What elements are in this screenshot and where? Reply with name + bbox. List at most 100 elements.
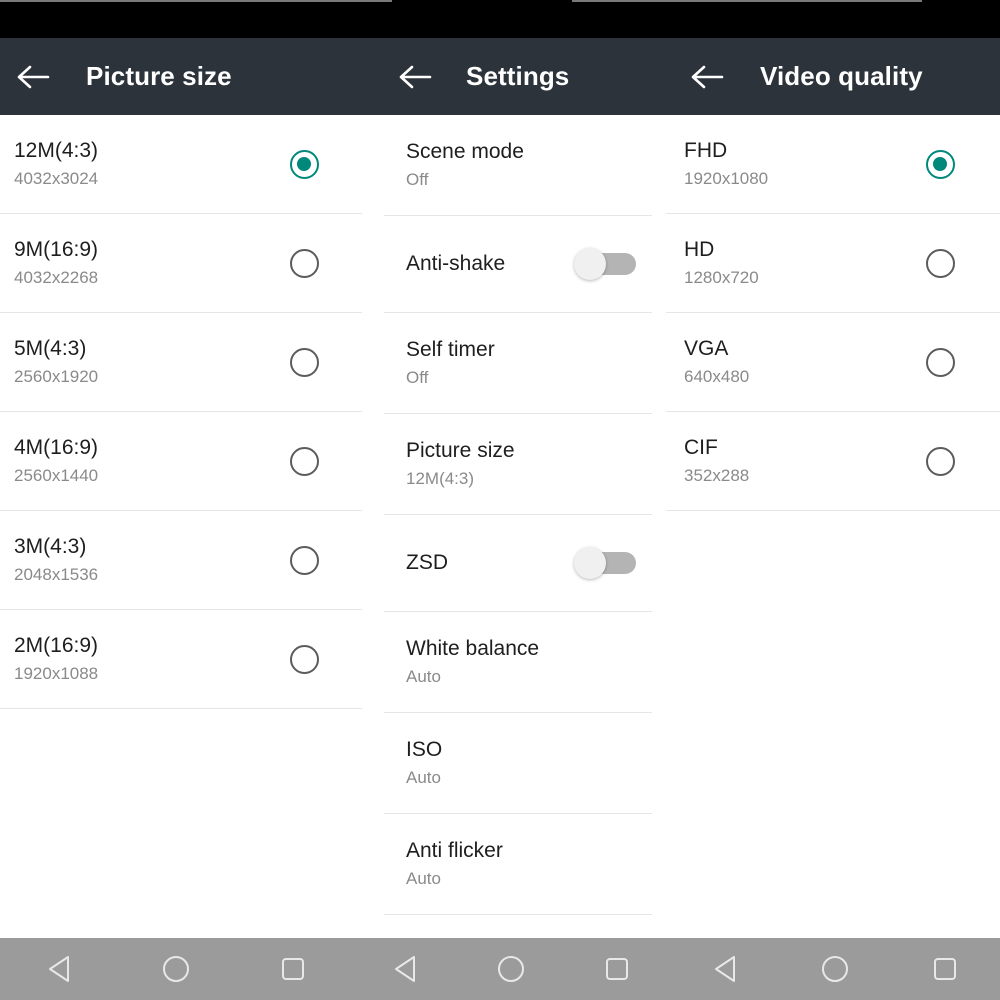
arrow-left-icon (691, 64, 725, 90)
item-title: White balance (406, 637, 540, 661)
panel-video-quality: Video quality FHD 1920x1080 HD 1280x720 (666, 38, 1000, 938)
list-item[interactable]: 9M(16:9) 4032x2268 (0, 214, 362, 313)
back-triangle-icon[interactable] (27, 938, 91, 1000)
nav-group (670, 938, 1000, 1000)
item-title: Self timer (406, 338, 495, 362)
row-texts: 3M(4:3) 2048x1536 (14, 534, 270, 586)
row-texts: Picture size 12M(4:3) (406, 438, 652, 490)
item-title: 12M(4:3) (14, 139, 99, 163)
radio-button[interactable] (906, 214, 974, 313)
radio-button[interactable] (270, 313, 338, 412)
radio-button[interactable] (270, 511, 338, 610)
home-circle-icon[interactable] (479, 938, 543, 1000)
item-title: Scene mode (406, 140, 524, 164)
list-item[interactable]: FHD 1920x1080 (666, 115, 1000, 214)
row-texts: 2M(16:9) 1920x1088 (14, 633, 270, 685)
list-item-self-timer[interactable]: Self timer Off (362, 313, 666, 413)
home-circle-icon[interactable] (144, 938, 208, 1000)
item-title: 2M(16:9) (14, 634, 99, 658)
screen-root: Picture size 12M(4:3) 4032x3024 9M(16:9)… (0, 0, 1000, 1000)
list-item[interactable]: CIF 352x288 (666, 412, 1000, 511)
list-item[interactable]: 5M(4:3) 2560x1920 (0, 313, 362, 412)
row-texts: Anti flicker Auto (406, 838, 652, 890)
row-texts: 12M(4:3) 4032x3024 (14, 138, 270, 190)
item-title: 9M(16:9) (14, 238, 99, 262)
radio-button[interactable] (906, 412, 974, 511)
status-bar (0, 0, 1000, 38)
row-texts: 9M(16:9) 4032x2268 (14, 237, 270, 289)
item-title: 5M(4:3) (14, 337, 87, 361)
back-triangle-icon[interactable] (693, 938, 757, 1000)
item-subtitle: 4032x2268 (14, 267, 99, 287)
item-title: CIF (684, 436, 718, 460)
list-item[interactable]: 2M(16:9) 1920x1088 (0, 610, 362, 709)
item-title: ISO (406, 738, 443, 762)
list-item[interactable]: 4M(16:9) 2560x1440 (0, 412, 362, 511)
row-texts: HD 1280x720 (684, 237, 906, 289)
back-button[interactable] (6, 38, 62, 115)
page-title: Picture size (86, 61, 232, 91)
list-item-scene-mode[interactable]: Scene mode Off (362, 115, 666, 215)
item-title: FHD (684, 139, 728, 163)
item-subtitle: Auto (406, 666, 441, 686)
item-subtitle: 12M(4:3) (406, 468, 475, 488)
list-item-image-properties[interactable]: Image properties (362, 915, 666, 938)
radio-button-selected[interactable] (270, 115, 338, 214)
toggle-zsd[interactable] (574, 543, 636, 583)
recents-square-icon[interactable] (585, 938, 649, 1000)
panel-settings: Settings Scene mode Off Anti-shake Self … (362, 38, 666, 938)
list-item-picture-size[interactable]: Picture size 12M(4:3) (362, 414, 666, 514)
list-item[interactable]: VGA 640x480 (666, 313, 1000, 412)
appbar-video-quality: Video quality (666, 38, 1000, 115)
settings-list: Scene mode Off Anti-shake Self timer Off… (362, 115, 666, 938)
item-subtitle: 2048x1536 (14, 564, 99, 584)
android-navigation-bar (0, 938, 1000, 1000)
appbar-settings: Settings (362, 38, 666, 115)
row-texts: VGA 640x480 (684, 336, 906, 388)
radio-button[interactable] (906, 313, 974, 412)
back-button[interactable] (388, 38, 444, 115)
radio-button-selected[interactable] (906, 115, 974, 214)
item-subtitle: Off (406, 367, 429, 387)
list-item[interactable]: HD 1280x720 (666, 214, 1000, 313)
back-button[interactable] (680, 38, 736, 115)
recents-square-icon[interactable] (261, 938, 325, 1000)
item-subtitle: 2560x1920 (14, 366, 99, 386)
item-subtitle: 1920x1088 (14, 663, 99, 683)
arrow-left-icon (399, 64, 433, 90)
list-item[interactable]: 12M(4:3) 4032x3024 (0, 115, 362, 214)
item-subtitle: 1920x1080 (684, 168, 769, 188)
recents-square-icon[interactable] (913, 938, 977, 1000)
row-texts: ISO Auto (406, 737, 652, 789)
item-subtitle: 352x288 (684, 465, 750, 485)
list-item-white-balance[interactable]: White balance Auto (362, 612, 666, 712)
item-subtitle: Auto (406, 868, 441, 888)
arrow-left-icon (17, 64, 51, 90)
radio-button[interactable] (270, 610, 338, 709)
toggle-anti-shake[interactable] (574, 244, 636, 284)
list-item[interactable]: 3M(4:3) 2048x1536 (0, 511, 362, 610)
item-subtitle: 1280x720 (684, 267, 759, 287)
home-circle-icon[interactable] (803, 938, 867, 1000)
item-title: VGA (684, 337, 729, 361)
list-item-zsd[interactable]: ZSD (362, 515, 666, 611)
row-texts: White balance Auto (406, 636, 652, 688)
radio-button[interactable] (270, 412, 338, 511)
list-item-anti-flicker[interactable]: Anti flicker Auto (362, 814, 666, 914)
row-texts: ZSD (406, 550, 574, 576)
radio-button[interactable] (270, 214, 338, 313)
list-item-iso[interactable]: ISO Auto (362, 713, 666, 813)
item-subtitle: 2560x1440 (14, 465, 99, 485)
item-subtitle: Off (406, 169, 429, 189)
item-title: HD (684, 238, 715, 262)
back-triangle-icon[interactable] (373, 938, 437, 1000)
item-title: 4M(16:9) (14, 436, 99, 460)
item-title: ZSD (406, 551, 448, 575)
list-item-anti-shake[interactable]: Anti-shake (362, 216, 666, 312)
row-texts: Anti-shake (406, 251, 574, 277)
picture-size-list: 12M(4:3) 4032x3024 9M(16:9) 4032x2268 5M… (0, 115, 362, 709)
row-texts: Scene mode Off (406, 139, 652, 191)
item-title: Anti-shake (406, 252, 506, 276)
panel-container: Picture size 12M(4:3) 4032x3024 9M(16:9)… (0, 38, 1000, 938)
page-title: Settings (466, 61, 570, 91)
